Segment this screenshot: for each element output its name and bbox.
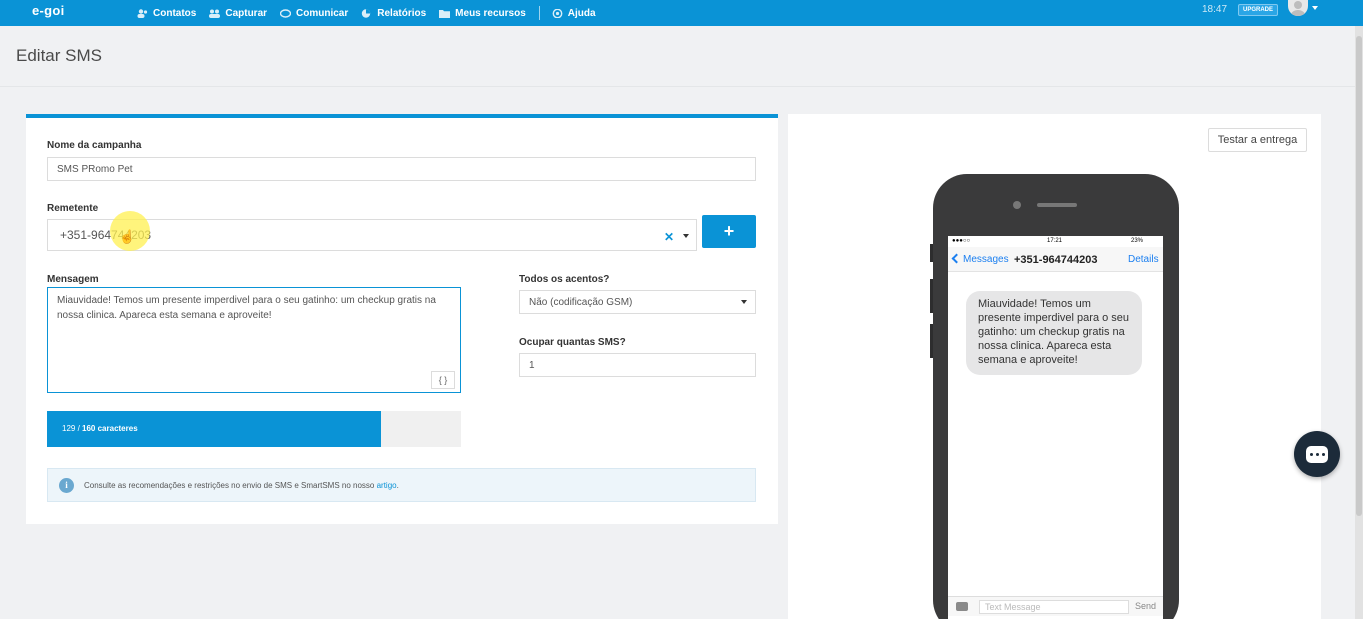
chevron-down-icon[interactable] (683, 234, 689, 238)
messages-header: Messages +351-964744203 Details (948, 247, 1163, 272)
campaign-name-value: SMS PRomo Pet (57, 163, 133, 175)
camera-icon (956, 602, 968, 611)
status-time: 17:21 (1047, 238, 1063, 244)
nav-item-relatorios[interactable]: Relatórios (361, 8, 426, 19)
messages-back-button: Messages (951, 253, 1009, 265)
counter-max: 160 caracteres (82, 424, 138, 433)
text-message-field: Text Message (979, 600, 1129, 614)
nav-label: Meus recursos (455, 7, 526, 19)
contacts-icon (137, 8, 148, 18)
test-delivery-button[interactable]: Testar a entrega (1208, 128, 1307, 152)
clear-icon[interactable]: ✕ (664, 230, 674, 244)
signal-icon: ●●●○○ (952, 238, 971, 244)
info-icon: i (59, 477, 74, 493)
sms-count-label: Ocupar quantas SMS? (519, 337, 626, 348)
phone-mockup: ●●●○○ 17:21 23% Messages +351-964744203 … (930, 174, 1179, 619)
info-text-end: . (396, 480, 399, 490)
accents-select[interactable]: Não (codificação GSM) (519, 290, 756, 314)
chevron-down-icon[interactable] (741, 300, 747, 304)
capture-icon (209, 9, 221, 18)
page-scrollbar[interactable] (1355, 26, 1363, 619)
message-bubble: Miauvidade! Temos um presente imperdivel… (966, 291, 1142, 375)
nav-item-meus-recursos[interactable]: Meus recursos (439, 8, 526, 19)
nav-item-ajuda[interactable]: Ajuda (552, 8, 596, 19)
folder-icon (439, 9, 451, 18)
article-link[interactable]: artigo (377, 481, 397, 490)
help-icon (552, 8, 563, 18)
phone-side-button (930, 324, 933, 358)
scrollbar-thumb[interactable] (1356, 36, 1362, 516)
back-label: Messages (963, 254, 1009, 265)
clock-time: 18:47 (1202, 4, 1228, 15)
phone-camera (1013, 201, 1021, 209)
sms-count-input[interactable]: 1 (519, 353, 756, 377)
sms-form-card: Nome da campanha SMS PRomo Pet Remetente… (26, 114, 778, 524)
accents-value: Não (codificação GSM) (529, 296, 633, 308)
phone-speaker (1037, 203, 1077, 207)
insert-variable-button[interactable]: { } (431, 371, 455, 389)
campaign-name-input[interactable]: SMS PRomo Pet (47, 157, 756, 181)
phone-status-bar: ●●●○○ 17:21 23% (948, 236, 1163, 247)
info-notice: i Consulte as recomendações e restrições… (47, 468, 756, 502)
sender-label: Remetente (47, 203, 99, 214)
chat-button[interactable] (1294, 431, 1340, 477)
info-text-body: Consulte as recomendações e restrições n… (84, 480, 377, 490)
phone-screen: ●●●○○ 17:21 23% Messages +351-964744203 … (948, 236, 1163, 619)
character-counter: 129 / 160 caracteres (47, 411, 461, 447)
reports-icon (362, 8, 371, 18)
contact-number: +351-964744203 (1014, 254, 1098, 266)
message-textarea[interactable]: Miauvidade! Temos um presente imperdivel… (47, 287, 461, 393)
message-label: Mensagem (47, 274, 99, 285)
user-avatar[interactable] (1288, 0, 1308, 16)
upgrade-button[interactable]: UPGRADE (1238, 4, 1279, 16)
counter-text: 129 / 160 caracteres (62, 424, 138, 433)
nav-item-comunicar[interactable]: Comunicar (280, 8, 348, 19)
nav-divider (538, 6, 540, 20)
nav-label: Comunicar (296, 7, 349, 19)
nav-label: Capturar (225, 7, 268, 19)
main-nav: Contatos Capturar Comunicar Relatórios M… (137, 0, 609, 26)
chevron-left-icon (951, 253, 962, 264)
sms-preview-panel: Testar a entrega ●●●○○ 17:21 23% Message… (788, 114, 1321, 619)
nav-item-contatos[interactable]: Contatos (137, 8, 196, 19)
message-value: Miauvidade! Temos um presente imperdivel… (57, 295, 436, 321)
top-navbar: e-goi Contatos Capturar Comunicar Relató… (0, 0, 1363, 26)
phone-side-button (930, 279, 933, 313)
accents-label: Todos os acentos? (519, 274, 610, 285)
details-link: Details (1128, 254, 1159, 265)
info-text: Consulte as recomendações e restrições n… (84, 481, 399, 490)
divider (0, 86, 1355, 87)
nav-label: Relatórios (377, 7, 427, 19)
add-sender-button[interactable]: + (702, 215, 756, 248)
communicate-icon (280, 8, 292, 18)
nav-label: Ajuda (567, 7, 596, 19)
chat-bubble-icon (1306, 445, 1328, 463)
user-icon (1291, 1, 1305, 16)
counter-current: 129 (62, 424, 76, 433)
nav-item-capturar[interactable]: Capturar (209, 8, 267, 19)
chevron-down-icon[interactable] (1312, 6, 1318, 10)
battery-level: 23% (1131, 238, 1144, 244)
send-label: Send (1135, 601, 1157, 611)
hand-cursor-icon: ☝ (119, 229, 136, 244)
campaign-name-label: Nome da campanha (47, 140, 142, 151)
nav-label: Contatos (153, 7, 197, 19)
phone-side-button (930, 244, 933, 262)
page-title: Editar SMS (16, 46, 102, 65)
egoi-logo[interactable]: e-goi (32, 3, 65, 18)
sms-count-value: 1 (529, 359, 535, 371)
message-input-bar: Text Message Send (948, 596, 1163, 616)
